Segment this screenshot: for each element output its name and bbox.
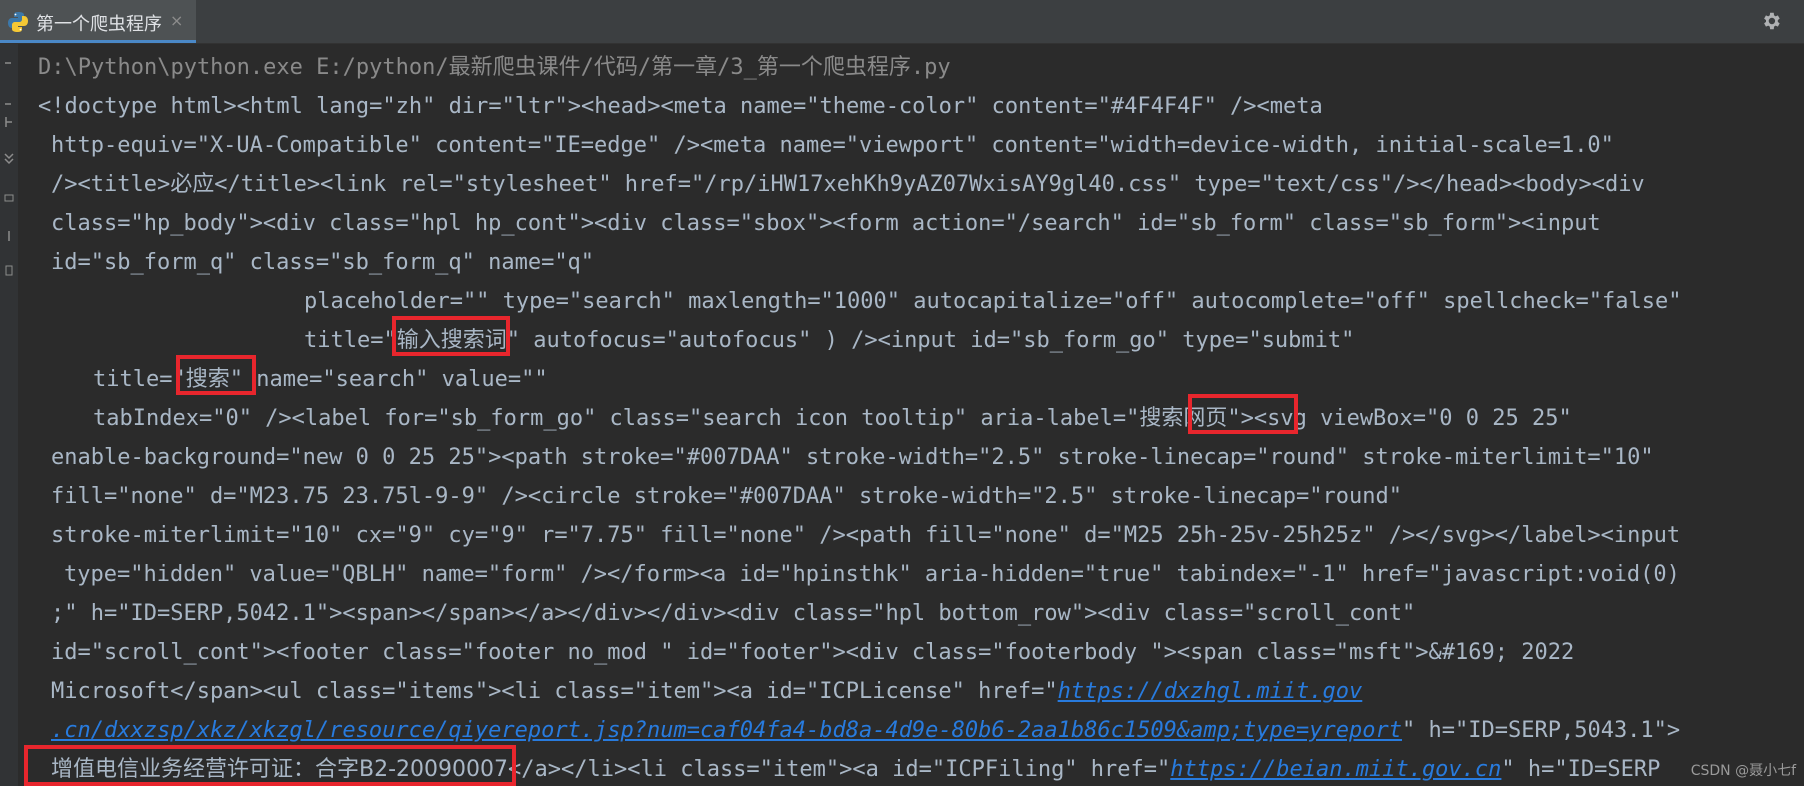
close-icon[interactable]: × bbox=[170, 11, 183, 30]
tab-title: 第一个爬虫程序 bbox=[36, 14, 162, 35]
console-line: /><title>必应</title><link rel="stylesheet… bbox=[51, 172, 1645, 197]
console-line: type="hidden" value="QBLH" name="form" /… bbox=[64, 562, 1680, 587]
console-line: id="sb_form_q" class="sb_form_q" name="q… bbox=[51, 250, 595, 275]
stop-icon[interactable] bbox=[3, 96, 15, 110]
console-line: ;" h="ID=SERP,5042.1"><span></span></a><… bbox=[51, 601, 1416, 626]
console-line: http-equiv="X-UA-Compatible" content="IE… bbox=[51, 133, 1614, 158]
console-line: enable-background="new 0 0 25 25"><path … bbox=[51, 445, 1654, 470]
tab-first-crawler[interactable]: 第一个爬虫程序 × bbox=[0, 0, 196, 43]
wrap-icon[interactable] bbox=[3, 114, 15, 128]
highlight-box-title bbox=[392, 316, 510, 356]
scroll-end-icon[interactable] bbox=[3, 150, 15, 165]
console-gutter bbox=[0, 44, 19, 786]
highlight-box-aria-label bbox=[1188, 394, 1298, 434]
icp-license-link[interactable]: https://dxzhgl.miit.gov bbox=[1058, 679, 1363, 704]
console-line: fill="none" d="M23.75 23.75l-9-9" /><cir… bbox=[51, 484, 1403, 509]
print-icon[interactable] bbox=[3, 190, 15, 204]
icp-license-link-cont[interactable]: .cn/dxxzsp/xkz/xkzgl/resource/qiyereport… bbox=[51, 718, 1402, 743]
console-line: class="hp_body"><div class="hpl hp_cont"… bbox=[51, 211, 1601, 236]
run-command: D:\Python\python.exe E:/python/最新爬虫课件/代码… bbox=[38, 55, 951, 80]
gear-icon[interactable] bbox=[1760, 10, 1782, 32]
highlight-box-icp bbox=[24, 745, 516, 786]
highlight-box-search bbox=[176, 355, 256, 395]
console-text: " h="ID=SERP bbox=[1501, 757, 1661, 782]
rerun-icon[interactable] bbox=[3, 58, 15, 72]
python-icon bbox=[8, 12, 28, 32]
console-line: id="scroll_cont"><footer class="footer n… bbox=[51, 640, 1575, 665]
console-line: Microsoft</span><ul class="items"><li cl… bbox=[51, 672, 1362, 711]
clear-icon[interactable] bbox=[3, 262, 15, 276]
console-text: " h="ID=SERP,5043.1"> bbox=[1402, 718, 1681, 743]
title-bar: 第一个爬虫程序 × bbox=[0, 0, 1804, 44]
watermark: CSDN @聂小七f bbox=[1690, 763, 1796, 779]
console-line: stroke-miterlimit="10" cx="9" cy="9" r="… bbox=[51, 523, 1681, 548]
console-text: </a></li><li class="item"><a id="ICPFili… bbox=[508, 757, 1171, 782]
pin-icon[interactable] bbox=[3, 228, 15, 242]
console-text: Microsoft</span><ul class="items"><li cl… bbox=[51, 679, 1058, 704]
icp-filing-link[interactable]: https://beian.miit.gov.cn bbox=[1170, 757, 1501, 782]
console-line: title="搜索" name="search" value="" bbox=[93, 367, 548, 392]
console-line: <!doctype html><html lang="zh" dir="ltr"… bbox=[38, 94, 1323, 119]
console-line: tabIndex="0" /><label for="sb_form_go" c… bbox=[93, 406, 1572, 431]
run-console[interactable]: D:\Python\python.exe E:/python/最新爬虫课件/代码… bbox=[18, 44, 1804, 786]
console-line: placeholder="" type="search" maxlength="… bbox=[304, 289, 1682, 314]
